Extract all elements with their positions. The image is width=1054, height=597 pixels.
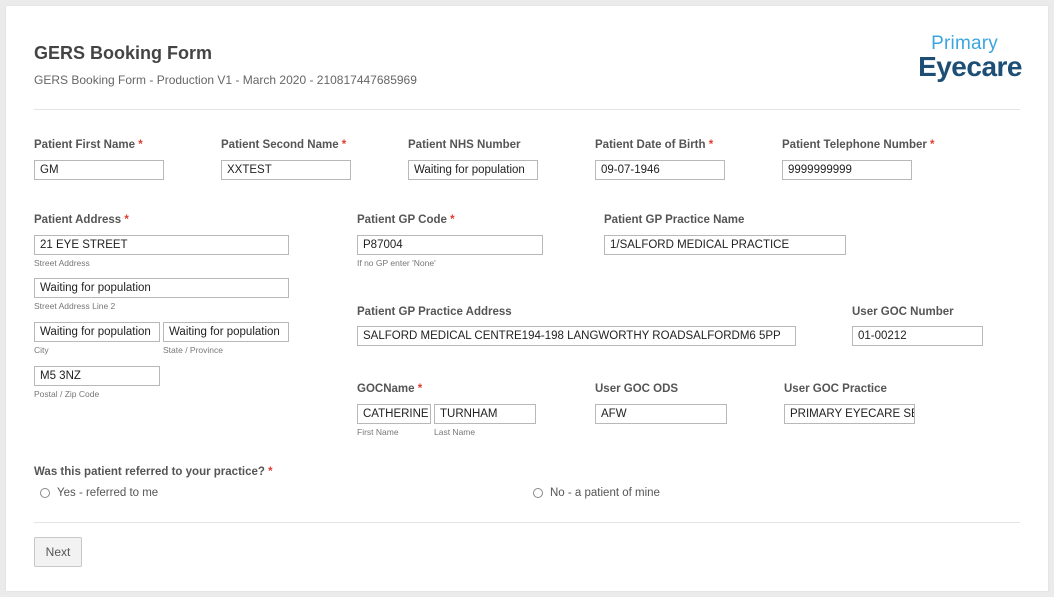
goc-number-input[interactable]: 01-00212	[852, 326, 983, 346]
form-subtitle: GERS Booking Form - Production V1 - Marc…	[34, 73, 417, 87]
goc-first-name-sublabel: First Name	[357, 427, 399, 437]
street-address-line2-sublabel: Street Address Line 2	[34, 301, 116, 311]
street-address-input[interactable]: 21 EYE STREET	[34, 235, 289, 255]
goc-practice-label: User GOC Practice	[784, 383, 887, 395]
telephone-label: Patient Telephone Number *	[782, 139, 935, 151]
gp-practice-address-label: Patient GP Practice Address	[357, 306, 512, 318]
primary-eyecare-logo: Primary Eyecare	[894, 28, 1024, 88]
goc-name-label: GOCName *	[357, 383, 423, 395]
gp-practice-name-label: Patient GP Practice Name	[604, 214, 745, 226]
referral-question: Was this patient referred to your practi…	[34, 466, 273, 478]
radio-icon[interactable]	[40, 487, 50, 498]
referral-option-yes[interactable]: Yes - referred to me	[40, 487, 158, 499]
footer-divider	[34, 522, 1020, 523]
postal-code-input[interactable]: M5 3NZ	[34, 366, 160, 386]
street-address-line2-input[interactable]: Waiting for population	[34, 278, 289, 298]
goc-last-name-input[interactable]: TURNHAM	[434, 404, 536, 424]
referral-option-no[interactable]: No - a patient of mine	[533, 487, 660, 499]
second-name-label: Patient Second Name *	[221, 139, 347, 151]
address-label: Patient Address *	[34, 214, 129, 226]
nhs-number-label: Patient NHS Number	[408, 139, 521, 151]
next-button[interactable]: Next	[34, 537, 82, 567]
state-sublabel: State / Province	[163, 345, 224, 355]
goc-ods-label: User GOC ODS	[595, 383, 679, 395]
first-name-label: Patient First Name *	[34, 139, 143, 151]
referral-option-yes-label: Yes - referred to me	[57, 487, 159, 499]
referral-option-no-label: No - a patient of mine	[550, 487, 660, 499]
header-divider	[34, 109, 1020, 110]
logo-line2: Eyecare	[918, 51, 1022, 82]
goc-ods-input[interactable]: AFW	[595, 404, 727, 424]
form-title: GERS Booking Form	[34, 43, 213, 63]
goc-number-label: User GOC Number	[852, 306, 954, 318]
gp-code-input[interactable]: P87004	[357, 235, 543, 255]
form-card: GERS Booking Form GERS Booking Form - Pr…	[6, 6, 1048, 591]
nhs-number-input[interactable]: Waiting for population	[408, 160, 538, 180]
gp-code-label: Patient GP Code *	[357, 214, 455, 226]
telephone-input[interactable]: 9999999999	[782, 160, 912, 180]
street-address-sublabel: Street Address	[34, 258, 90, 268]
first-name-input[interactable]: GM	[34, 160, 164, 180]
state-input[interactable]: Waiting for population	[163, 322, 289, 342]
postal-code-sublabel: Postal / Zip Code	[34, 389, 100, 399]
dob-label: Patient Date of Birth *	[595, 139, 714, 151]
gp-practice-name-input[interactable]: 1/SALFORD MEDICAL PRACTICE	[604, 235, 846, 255]
dob-input[interactable]: 09-07-1946	[595, 160, 725, 180]
goc-first-name-input[interactable]: CATHERINE	[357, 404, 431, 424]
goc-practice-input[interactable]: PRIMARY EYECARE SERVICES	[784, 404, 915, 424]
city-input[interactable]: Waiting for population	[34, 322, 160, 342]
second-name-input[interactable]: XXTEST	[221, 160, 351, 180]
gp-practice-address-input[interactable]: SALFORD MEDICAL CENTRE194-198 LANGWORTHY…	[357, 326, 796, 346]
gp-code-sublabel: If no GP enter 'None'	[357, 258, 436, 268]
radio-icon[interactable]	[533, 487, 543, 498]
city-sublabel: City	[34, 345, 49, 355]
goc-last-name-sublabel: Last Name	[434, 427, 476, 437]
